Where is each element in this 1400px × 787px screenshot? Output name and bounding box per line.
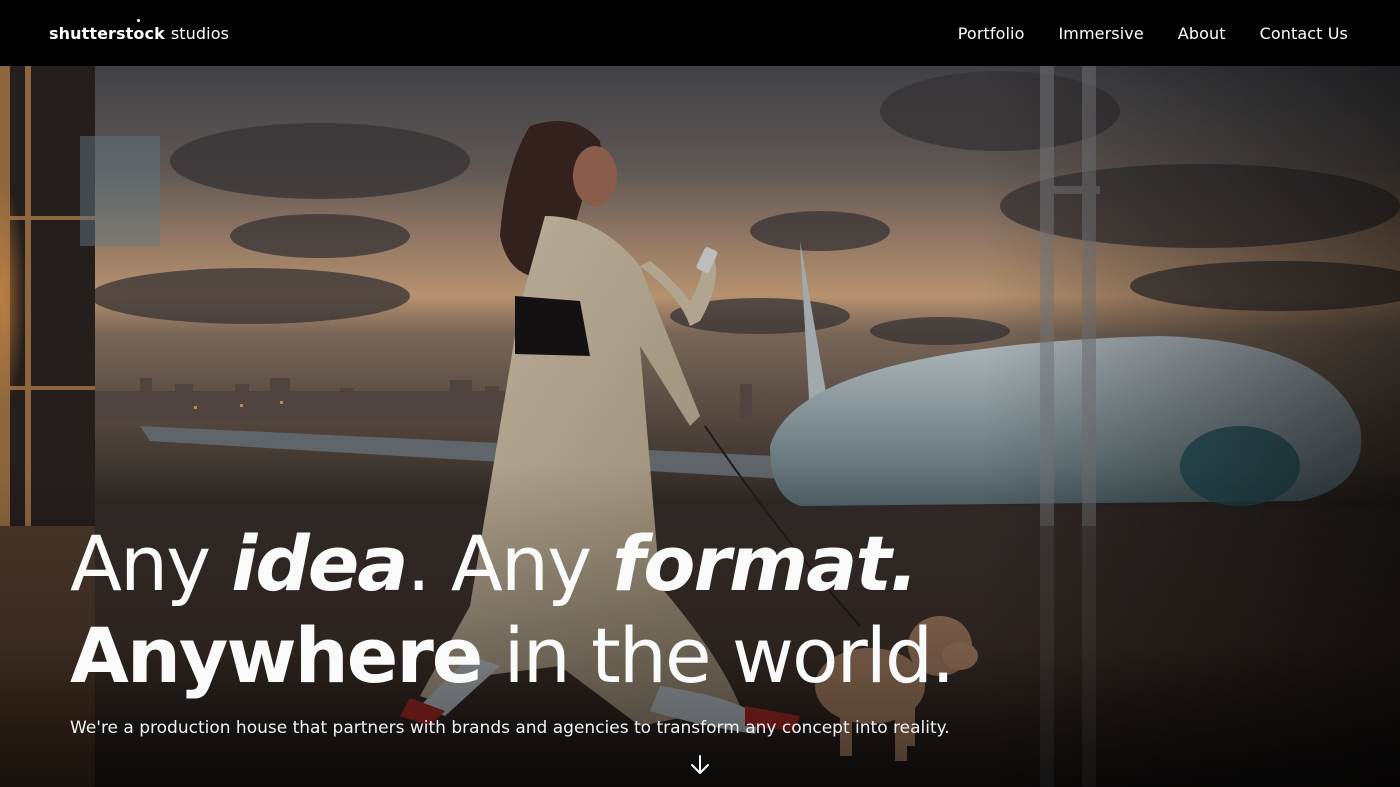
nav-item-portfolio: Portfolio: [958, 24, 1025, 43]
hero-content: Any idea. Any format. Anywhere in the wo…: [70, 518, 1270, 738]
logo-aperture-icon: o: [133, 18, 144, 43]
nav-link-immersive[interactable]: Immersive: [1058, 24, 1143, 43]
hero-headline: Any idea. Any format. Anywhere in the wo…: [70, 518, 1270, 702]
nav-link-about[interactable]: About: [1178, 24, 1226, 43]
site-header: shuttersto ck studios Portfolio Immersive…: [0, 0, 1400, 66]
hero-section: Any idea. Any format. Anywhere in the wo…: [0, 66, 1400, 787]
main-nav: Portfolio Immersive About Contact Us: [958, 24, 1348, 43]
shutterstock-studios-logo[interactable]: shuttersto ck studios: [49, 18, 230, 43]
nav-link-contact-us[interactable]: Contact Us: [1260, 24, 1348, 43]
headline-line-2: Anywhere in the world.: [70, 611, 955, 700]
logo-suffix: studios: [170, 23, 230, 43]
hero-subtext: We're a production house that partners w…: [70, 718, 950, 738]
logo-brand-text: shuttersto ck: [49, 18, 165, 43]
nav-link-portfolio[interactable]: Portfolio: [958, 24, 1025, 43]
nav-item-about: About: [1178, 24, 1226, 43]
arrow-down-icon[interactable]: [689, 753, 711, 777]
nav-item-contact: Contact Us: [1260, 24, 1348, 43]
nav-item-immersive: Immersive: [1058, 24, 1143, 43]
headline-line-1: Any idea. Any format.: [70, 519, 919, 608]
